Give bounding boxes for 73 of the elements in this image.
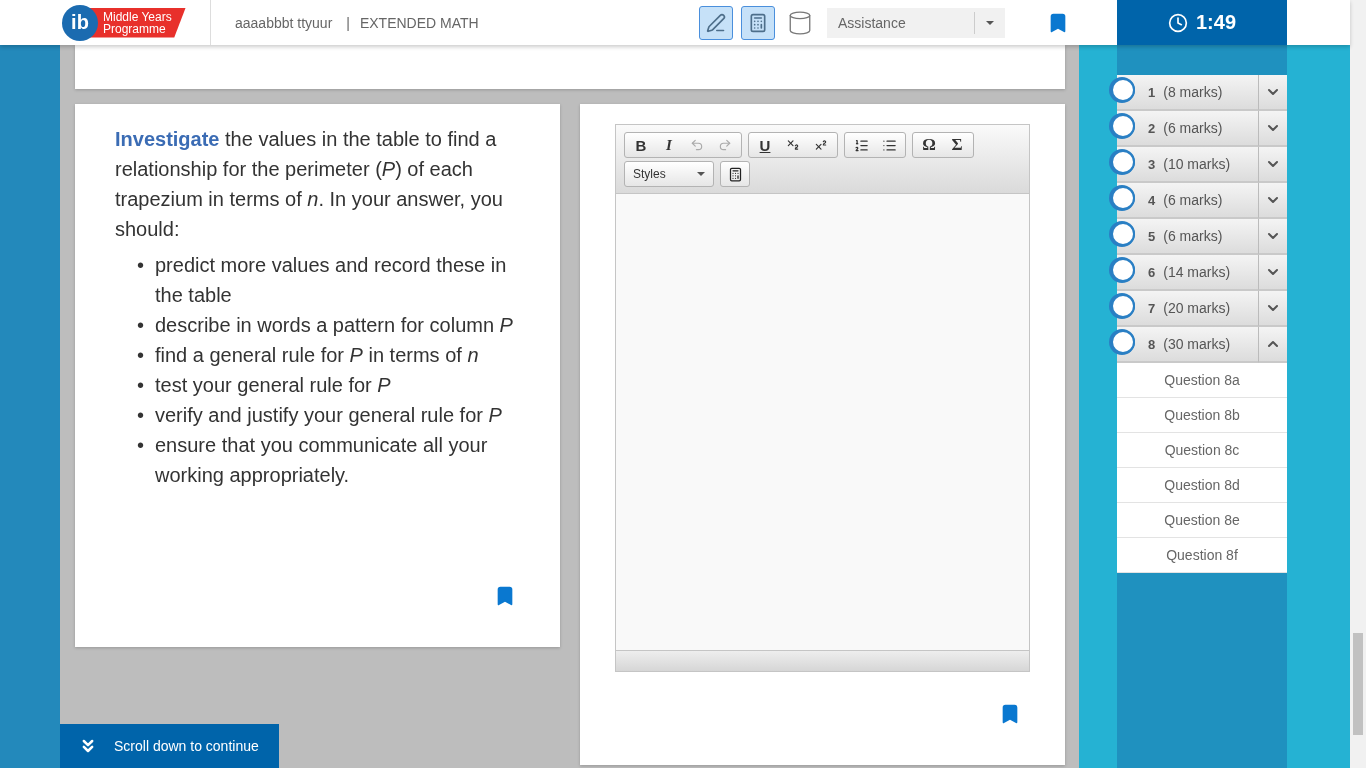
subscript-icon bbox=[786, 138, 800, 152]
bullet-marker: • bbox=[137, 373, 145, 398]
calculator-tool-button[interactable] bbox=[741, 5, 775, 40]
status-circle bbox=[1111, 294, 1135, 318]
sub-question-link[interactable]: Question 8a bbox=[1117, 363, 1287, 398]
calculator-insert-button[interactable] bbox=[720, 161, 750, 187]
clock-icon bbox=[1168, 12, 1188, 33]
logo-banner: Middle Years Programme bbox=[90, 7, 186, 38]
caret-icon bbox=[986, 20, 994, 25]
status-circle bbox=[1111, 150, 1135, 174]
redo-icon bbox=[718, 138, 732, 152]
bold-button[interactable]: B bbox=[628, 135, 654, 155]
question-nav-item[interactable]: 8 (30 marks) bbox=[1117, 327, 1258, 363]
symbol-button[interactable]: Ω bbox=[916, 135, 942, 155]
bullet-list-icon bbox=[881, 137, 897, 153]
superscript-icon bbox=[814, 138, 828, 152]
student-name: aaaabbbt ttyuur bbox=[235, 14, 333, 31]
calculator-icon bbox=[727, 166, 743, 182]
question-nav-item[interactable]: 1 (8 marks) bbox=[1117, 75, 1258, 111]
italic-button[interactable]: I bbox=[656, 135, 682, 155]
expand-toggle[interactable] bbox=[1258, 291, 1287, 327]
bullet-item: test your general rule for P bbox=[155, 373, 392, 398]
question-nav-item[interactable]: 2 (6 marks) bbox=[1117, 111, 1258, 147]
expand-toggle[interactable] bbox=[1258, 219, 1287, 255]
question-nav-item[interactable]: 7 (20 marks) bbox=[1117, 291, 1258, 327]
question-nav-item[interactable]: 6 (14 marks) bbox=[1117, 255, 1258, 291]
bullet-marker: • bbox=[137, 313, 145, 338]
status-circle bbox=[1111, 114, 1135, 138]
logo-mark: ib bbox=[62, 4, 98, 41]
pen-icon bbox=[706, 12, 726, 33]
sub-question-link[interactable]: Question 8f bbox=[1117, 538, 1287, 573]
status-circle bbox=[1111, 330, 1135, 354]
expand-toggle[interactable] bbox=[1258, 75, 1287, 111]
calculator-icon bbox=[748, 12, 768, 33]
bullet-item: describe in words a pattern for column P bbox=[155, 313, 514, 338]
symbol-button[interactable]: Σ bbox=[944, 135, 970, 155]
cylinder-icon bbox=[787, 9, 813, 36]
bullet-marker: • bbox=[137, 403, 145, 428]
status-circle bbox=[1111, 78, 1135, 102]
undo-icon bbox=[690, 138, 704, 152]
expand-toggle[interactable] bbox=[1258, 327, 1287, 363]
expand-toggle[interactable] bbox=[1258, 183, 1287, 219]
assistance-dropdown[interactable]: Assistance bbox=[827, 7, 1005, 38]
bullet-marker: • bbox=[137, 433, 145, 458]
expand-toggle[interactable] bbox=[1258, 111, 1287, 147]
sub-question-link[interactable]: Question 8d bbox=[1117, 468, 1287, 503]
bullet-item: ensure that you communicate all your working appropriately. bbox=[155, 433, 489, 488]
styles-dropdown[interactable]: Styles bbox=[624, 161, 714, 187]
sub-question-link[interactable]: Question 8c bbox=[1117, 433, 1287, 468]
status-circle bbox=[1111, 258, 1135, 282]
expand-toggle[interactable] bbox=[1258, 255, 1287, 291]
bullet-item: find a general rule for P in terms of n bbox=[155, 343, 480, 368]
underline-button[interactable]: U bbox=[752, 135, 778, 155]
bullet-marker: • bbox=[137, 253, 145, 278]
sub-question-link[interactable]: Question 8b bbox=[1117, 398, 1287, 433]
numbered-list-icon bbox=[853, 137, 869, 153]
expand-toggle[interactable] bbox=[1258, 147, 1287, 183]
question-nav-item[interactable]: 5 (6 marks) bbox=[1117, 219, 1258, 255]
scroll-down-button[interactable]: Scroll down to continue bbox=[60, 724, 279, 768]
question-nav-item[interactable]: 3 (10 marks) bbox=[1117, 147, 1258, 183]
question-prompt: Investigate the values in the table to find a relationship for the perimeter (P) of each trapezium in terms of n. In your answer, you should: bbox=[114, 127, 504, 242]
sub-question-link[interactable]: Question 8e bbox=[1117, 503, 1287, 538]
question-nav-item[interactable]: 4 (6 marks) bbox=[1117, 183, 1258, 219]
answer-input[interactable] bbox=[616, 194, 1029, 650]
status-circle bbox=[1111, 222, 1135, 246]
bullet-marker: • bbox=[137, 343, 145, 368]
pen-tool-button[interactable] bbox=[699, 5, 733, 40]
bullet-item: verify and justify your general rule for P bbox=[155, 403, 503, 428]
status-circle bbox=[1111, 186, 1135, 210]
separator: | bbox=[346, 14, 350, 31]
subject-title: EXTENDED MATH bbox=[359, 14, 479, 31]
caret-icon bbox=[697, 172, 705, 176]
timer: 1:49 bbox=[1117, 0, 1287, 45]
